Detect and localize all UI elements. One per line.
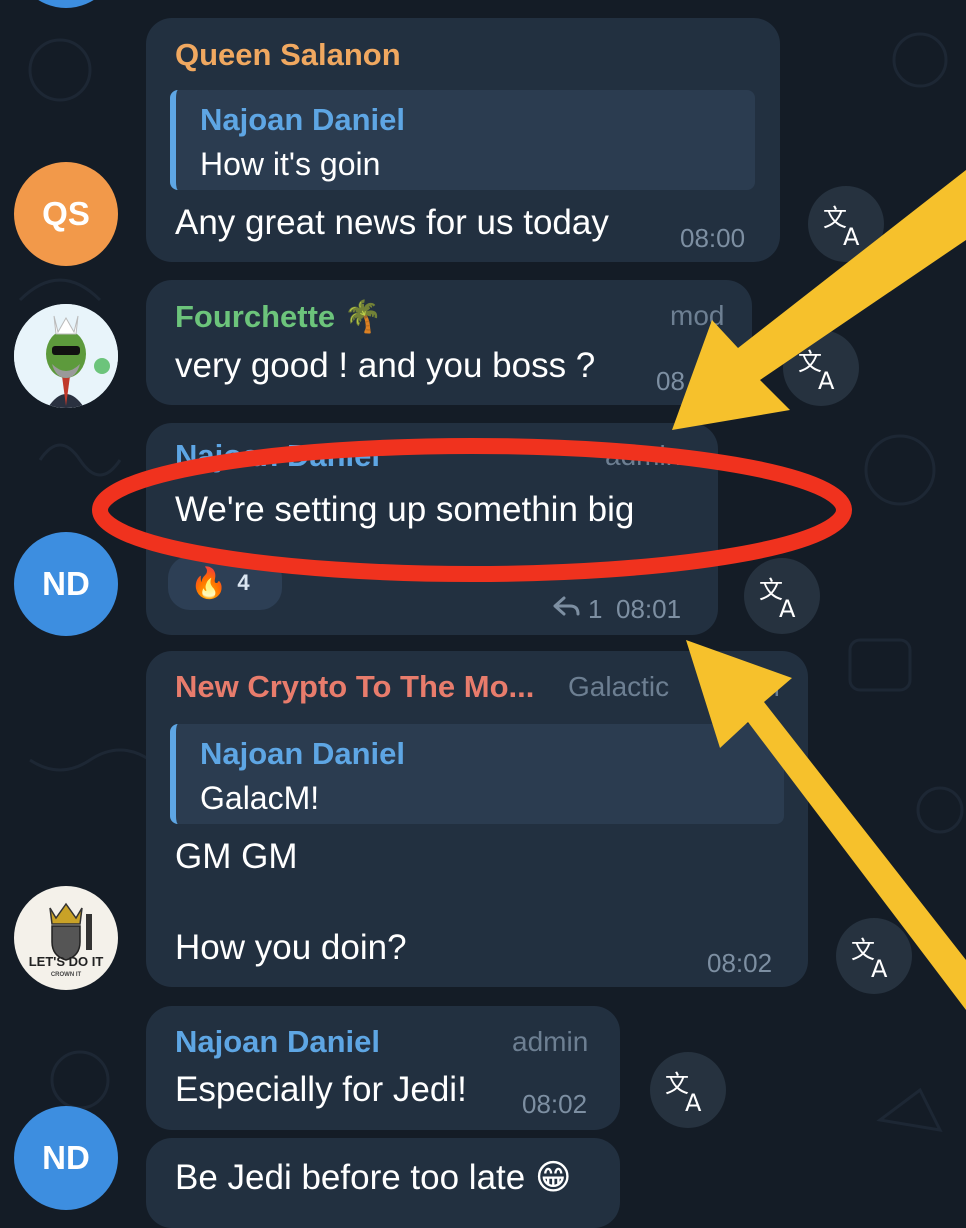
message-text-line-2: How you doin? [175,928,407,967]
message-time: 08:01 [616,594,682,624]
svg-text:A: A [818,367,835,393]
message-text: Any great news for us today [175,203,609,242]
svg-text:A: A [871,955,888,981]
fire-emoji-icon: 🔥 [190,566,228,600]
message-text-line-1: GM GM [175,837,298,876]
translate-icon: 文 A [665,1070,702,1115]
sender-role: admin [512,1026,589,1057]
sender-role: mod [670,300,725,331]
reaction-count: 4 [237,570,250,595]
svg-text:A: A [685,1089,702,1115]
translate-button[interactable]: 文 A [808,186,884,262]
translate-icon: 文 A [798,348,835,393]
avatar[interactable]: ND [14,1106,118,1210]
sender-name[interactable]: Najoan Daniel [175,438,380,474]
avatar-initials: ND [42,1139,90,1176]
message-time: 08:02 [522,1089,588,1119]
avatar-fourchette[interactable] [14,304,118,408]
translate-button[interactable]: 文 A [650,1052,726,1128]
avatar-sublabel: CROWN IT [50,972,82,978]
avatar-partial-top[interactable] [14,0,118,8]
translate-icon: 文 A [759,576,796,621]
reply-count[interactable]: 1 [588,594,602,625]
svg-text:A: A [843,223,860,249]
sender-name[interactable]: Najoan Daniel [175,1024,380,1060]
quoted-text: GalacM! [200,780,320,816]
sender-name[interactable]: Queen Salanon [175,37,401,73]
sender-role-tail: er [758,671,783,702]
message-text: Especially for Jedi! [175,1070,467,1109]
message-text: We're setting up somethin big [175,490,635,529]
avatar-initials: QS [42,195,90,232]
quoted-sender: Najoan Daniel [200,736,405,771]
avatar[interactable]: QS [14,162,118,266]
quoted-text: How it's goin [200,146,381,182]
translate-icon: 文 A [823,204,860,249]
message-time: 08:00 [680,223,746,253]
avatar-label: LET'S DO IT [28,954,104,969]
message-time: 08 [656,366,685,396]
reaction-chip[interactable]: 🔥 4 [168,556,282,610]
svg-text:A: A [779,595,796,621]
sender-role: Galactic [568,671,670,702]
sender-role: admin [605,440,682,471]
sender-name[interactable]: Fourchette 🌴 [175,298,382,335]
reply-quote[interactable]: Najoan Daniel GalacM! [170,724,784,824]
reply-arrow-icon [553,596,580,616]
message-text: very good ! and you boss ? [175,346,596,385]
sender-name[interactable]: New Crypto To The Mo... [175,669,534,705]
quoted-sender: Najoan Daniel [200,102,405,137]
avatar-initials: ND [42,565,90,602]
translate-button[interactable]: 文 A [744,558,820,634]
avatar[interactable]: ND [14,532,118,636]
avatar-lets-do-it[interactable]: LET'S DO IT CROWN IT [14,886,118,990]
translate-button[interactable]: 文 A [836,918,912,994]
message-text: Be Jedi before too late 😁 [175,1158,572,1197]
translate-button[interactable]: 文 A [783,330,859,406]
avatar-image [14,304,118,408]
reply-quote[interactable]: Najoan Daniel How it's goin [170,90,755,190]
message-time: 08:02 [707,948,773,978]
translate-icon: 文 A [851,936,888,981]
